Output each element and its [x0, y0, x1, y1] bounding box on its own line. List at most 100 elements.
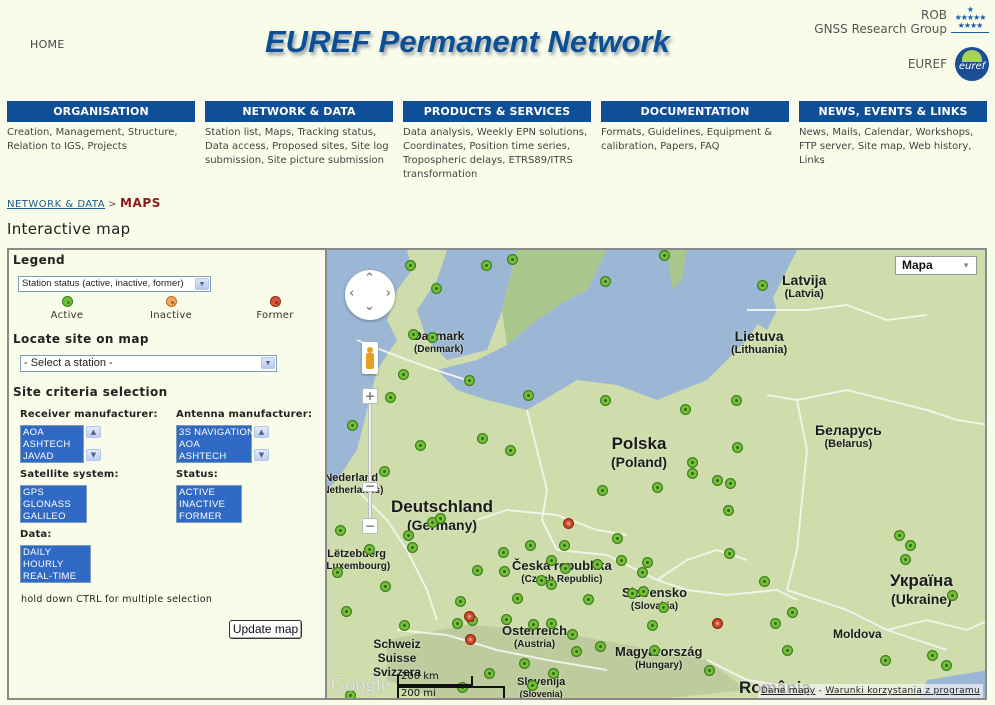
active-station-marker[interactable] — [364, 544, 375, 555]
scroll-up-icon[interactable]: ▲ — [86, 426, 101, 438]
rob-stars-icon[interactable]: ★ ★★★★★ ★★★★ — [951, 6, 989, 33]
active-station-marker[interactable] — [403, 530, 414, 541]
pan-left-icon[interactable]: ‹ — [349, 286, 354, 301]
active-station-marker[interactable] — [637, 567, 648, 578]
zoom-slider-handle[interactable]: − — [362, 480, 378, 492]
active-station-marker[interactable] — [499, 566, 510, 577]
active-station-marker[interactable] — [347, 420, 358, 431]
pan-control[interactable]: ⌃ ‹ › ⌄ — [345, 270, 395, 320]
active-station-marker[interactable] — [638, 586, 649, 597]
active-station-marker[interactable] — [405, 260, 416, 271]
active-station-marker[interactable] — [658, 602, 669, 613]
former-station-marker[interactable] — [712, 618, 723, 629]
listbox-option[interactable]: FORMER — [179, 511, 239, 523]
active-station-marker[interactable] — [519, 658, 530, 669]
listbox-option[interactable]: JAVAD — [23, 451, 81, 463]
active-station-marker[interactable] — [680, 404, 691, 415]
update-map-button[interactable]: Update map — [229, 620, 302, 639]
active-station-marker[interactable] — [341, 606, 352, 617]
terms-of-use-link[interactable]: Warunki korzystania z programu — [825, 686, 980, 696]
active-station-marker[interactable] — [723, 505, 734, 516]
active-station-marker[interactable] — [472, 565, 483, 576]
former-station-marker[interactable] — [465, 634, 476, 645]
active-station-marker[interactable] — [559, 540, 570, 551]
former-station-marker[interactable] — [563, 518, 574, 529]
listbox-option[interactable]: AOA — [179, 439, 249, 451]
receiver-listbox[interactable]: AOA ASHTECH JAVAD ▲ ▼ — [20, 425, 101, 463]
listbox-option[interactable]: ACTIVE — [179, 487, 239, 499]
active-station-marker[interactable] — [525, 540, 536, 551]
nav-products-services[interactable]: PRODUCTS & SERVICES — [403, 101, 591, 122]
active-station-marker[interactable] — [947, 590, 958, 601]
active-station-marker[interactable] — [505, 445, 516, 456]
pan-up-icon[interactable]: ⌃ — [364, 271, 375, 286]
chevron-down-icon[interactable]: ▼ — [195, 278, 209, 290]
status-listbox[interactable]: ACTIVE INACTIVE FORMER — [176, 485, 242, 523]
active-station-marker[interactable] — [732, 442, 743, 453]
pan-down-icon[interactable]: ⌄ — [364, 299, 375, 314]
active-station-marker[interactable] — [546, 579, 557, 590]
active-station-marker[interactable] — [477, 433, 488, 444]
google-logo[interactable]: Google — [331, 674, 390, 697]
active-station-marker[interactable] — [900, 554, 911, 565]
active-station-marker[interactable] — [435, 513, 446, 524]
active-station-marker[interactable] — [380, 581, 391, 592]
active-station-marker[interactable] — [546, 555, 557, 566]
pan-right-icon[interactable]: › — [386, 286, 391, 301]
zoom-slider-track[interactable] — [368, 398, 372, 528]
active-station-marker[interactable] — [335, 525, 346, 536]
active-station-marker[interactable] — [523, 390, 534, 401]
active-station-marker[interactable] — [659, 250, 670, 261]
active-station-marker[interactable] — [612, 533, 623, 544]
active-station-marker[interactable] — [687, 457, 698, 468]
home-link[interactable]: HOME — [30, 38, 65, 51]
active-station-marker[interactable] — [583, 594, 594, 605]
listbox-option[interactable]: ASHTECH — [179, 451, 249, 463]
chevron-down-icon[interactable]: ▼ — [261, 357, 275, 369]
active-station-marker[interactable] — [687, 468, 698, 479]
data-listbox[interactable]: DAILY HOURLY REAL-TIME — [20, 545, 91, 583]
active-station-marker[interactable] — [894, 530, 905, 541]
active-station-marker[interactable] — [600, 395, 611, 406]
active-station-marker[interactable] — [481, 260, 492, 271]
active-station-marker[interactable] — [399, 620, 410, 631]
breadcrumb-network-data[interactable]: NETWORK & DATA — [7, 199, 105, 210]
nav-organisation[interactable]: ORGANISATION — [7, 101, 195, 122]
active-station-marker[interactable] — [627, 588, 638, 599]
zoom-in-button[interactable]: + — [362, 388, 378, 404]
active-station-marker[interactable] — [398, 369, 409, 380]
listbox-option[interactable]: 3S NAVIGATION — [179, 427, 254, 439]
listbox-option[interactable]: REAL-TIME — [23, 571, 88, 583]
active-station-marker[interactable] — [880, 655, 891, 666]
interactive-map[interactable]: Latvija (Latvia) Danmark (Denmark) Lietuva… — [325, 248, 987, 700]
listbox-option[interactable]: GLONASS — [23, 499, 84, 511]
active-station-marker[interactable] — [571, 646, 582, 657]
zoom-out-button[interactable]: − — [362, 518, 378, 534]
active-station-marker[interactable] — [782, 645, 793, 656]
active-station-marker[interactable] — [501, 614, 512, 625]
active-station-marker[interactable] — [431, 283, 442, 294]
map-data-link[interactable]: Dane mapy — [761, 686, 816, 696]
active-station-marker[interactable] — [905, 540, 916, 551]
active-station-marker[interactable] — [452, 618, 463, 629]
listbox-option[interactable]: GALILEO — [23, 511, 84, 523]
active-station-marker[interactable] — [787, 607, 798, 618]
active-station-marker[interactable] — [592, 559, 603, 570]
active-station-marker[interactable] — [647, 620, 658, 631]
map-type-select[interactable]: Mapa ▼ — [895, 256, 977, 275]
active-station-marker[interactable] — [464, 375, 475, 386]
active-station-marker[interactable] — [379, 466, 390, 477]
scroll-down-icon[interactable]: ▼ — [86, 449, 101, 461]
antenna-listbox[interactable]: 3S NAVIGATION AOA ASHTECH ▲ ▼ — [176, 425, 269, 463]
active-station-marker[interactable] — [652, 482, 663, 493]
active-station-marker[interactable] — [567, 629, 578, 640]
listbox-option[interactable]: DAILY — [23, 547, 88, 559]
rob-block[interactable]: ROB GNSS Research Group — [814, 8, 947, 36]
active-station-marker[interactable] — [385, 392, 396, 403]
legend-type-select[interactable]: Station status (active, inactive, former… — [18, 276, 211, 292]
active-station-marker[interactable] — [595, 641, 606, 652]
active-station-marker[interactable] — [498, 547, 509, 558]
active-station-marker[interactable] — [597, 485, 608, 496]
active-station-marker[interactable] — [616, 555, 627, 566]
listbox-option[interactable]: AOA — [23, 427, 81, 439]
